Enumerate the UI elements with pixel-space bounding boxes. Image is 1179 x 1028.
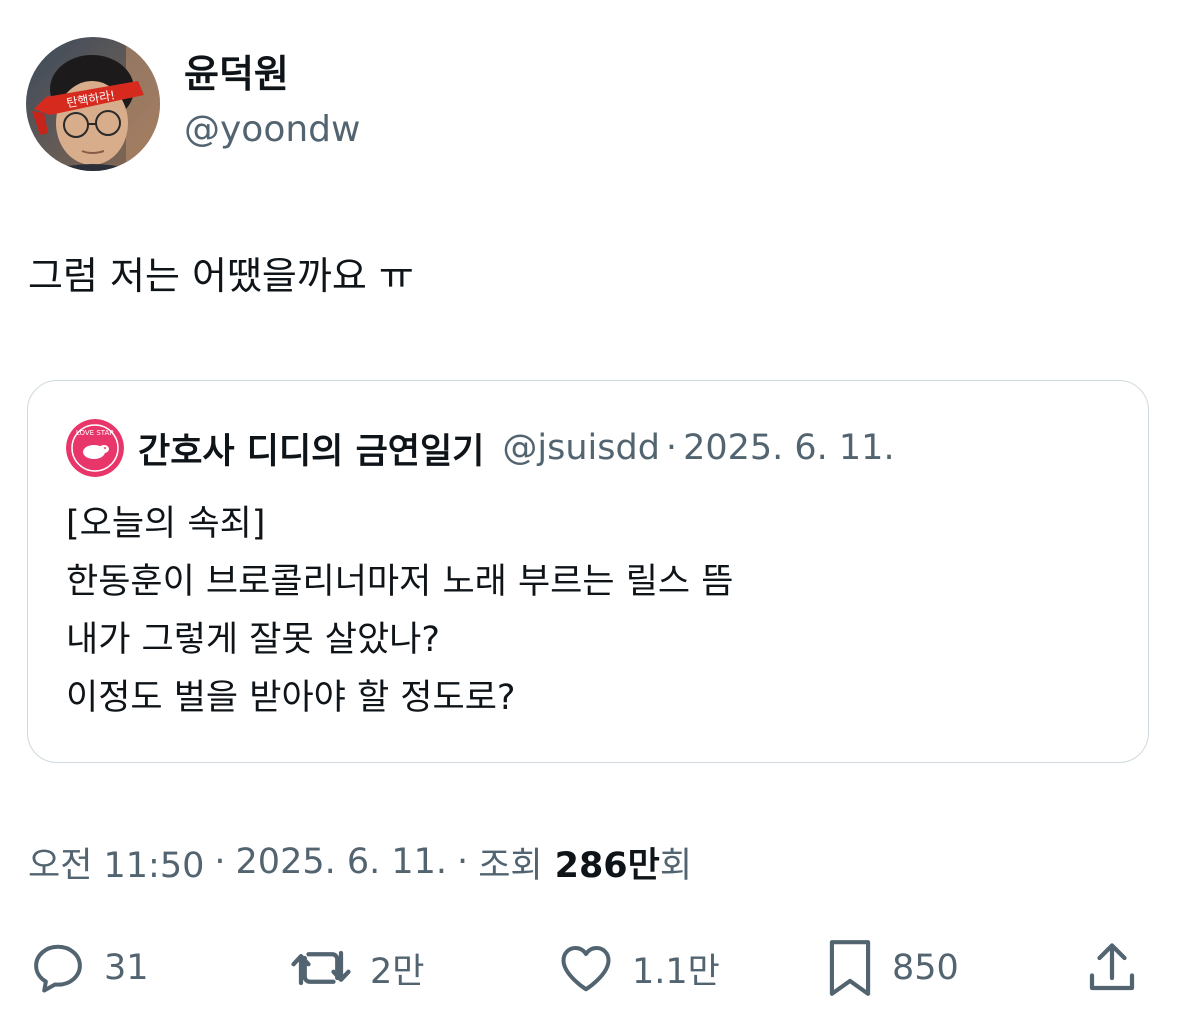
bookmark-count: 850	[892, 948, 959, 988]
retweet-count: 2만	[370, 951, 425, 992]
tweet-time[interactable]: 오전 11:50	[28, 837, 204, 888]
views-label: 조회	[478, 845, 543, 886]
reply-button[interactable]: 31	[28, 936, 149, 1000]
reply-count: 31	[104, 948, 149, 988]
separator-dot: ·	[665, 428, 678, 468]
quoted-tweet-card[interactable]: LOVE STAR 간호사 디디의 금연일기 @jsuisdd · 2025. …	[27, 380, 1149, 763]
views-count: 286만	[554, 845, 660, 886]
separator-dot: ·	[214, 842, 226, 882]
tweet-meta: 오전 11:50 · 2025. 6. 11. · 조회 286만 회	[28, 836, 692, 888]
action-bar: 31 2만 1.1만 850	[0, 936, 1179, 1000]
tweet-text: 그럼 저는 어땠을까요 ㅠ	[28, 254, 414, 298]
quoted-display-name[interactable]: 간호사 디디의 금연일기	[138, 423, 484, 474]
quoted-avatar-image: LOVE STAR	[66, 419, 124, 477]
bookmark-button[interactable]: 850	[824, 936, 959, 1000]
like-button[interactable]: 1.1만	[556, 936, 720, 1000]
reply-icon	[34, 944, 82, 993]
retweet-button[interactable]: 2만	[288, 936, 424, 1000]
retweet-icon	[291, 950, 351, 986]
separator-dot: ·	[457, 842, 469, 882]
heart-icon	[561, 946, 611, 992]
quoted-text-line: 이정도 벌을 받아야 할 정도로?	[66, 678, 516, 718]
author-handle[interactable]: @yoondw	[184, 107, 360, 153]
quoted-text-line: [오늘의 속죄]	[66, 504, 266, 544]
author-avatar[interactable]: 탄핵하라!	[26, 37, 160, 171]
quoted-author-avatar[interactable]: LOVE STAR	[66, 419, 124, 477]
quoted-header: 간호사 디디의 금연일기 @jsuisdd · 2025. 6. 11.	[138, 423, 895, 473]
bookmark-icon	[829, 940, 871, 996]
like-count: 1.1만	[632, 951, 720, 992]
quoted-text: [오늘의 속죄] 한동훈이 브로콜리너마저 노래 부르는 릴스 뜸 내가 그렇게…	[66, 495, 1106, 727]
quoted-text-line: 내가 그렇게 잘못 살았나?	[66, 620, 440, 660]
author-avatar-image: 탄핵하라!	[26, 37, 160, 171]
badge-lettering: LOVE STAR	[76, 429, 114, 437]
tweet-date[interactable]: 2025. 6. 11.	[236, 842, 448, 882]
author-display-name[interactable]: 윤덕원	[184, 50, 289, 98]
quoted-handle[interactable]: @jsuisdd	[502, 428, 660, 468]
quoted-date[interactable]: 2025. 6. 11.	[683, 428, 895, 468]
share-icon	[1089, 943, 1135, 991]
quoted-text-line: 한동훈이 브로콜리너마저 노래 부르는 릴스 뜸	[66, 562, 734, 602]
share-button[interactable]	[1084, 936, 1140, 1000]
views-suffix: 회	[659, 845, 693, 886]
